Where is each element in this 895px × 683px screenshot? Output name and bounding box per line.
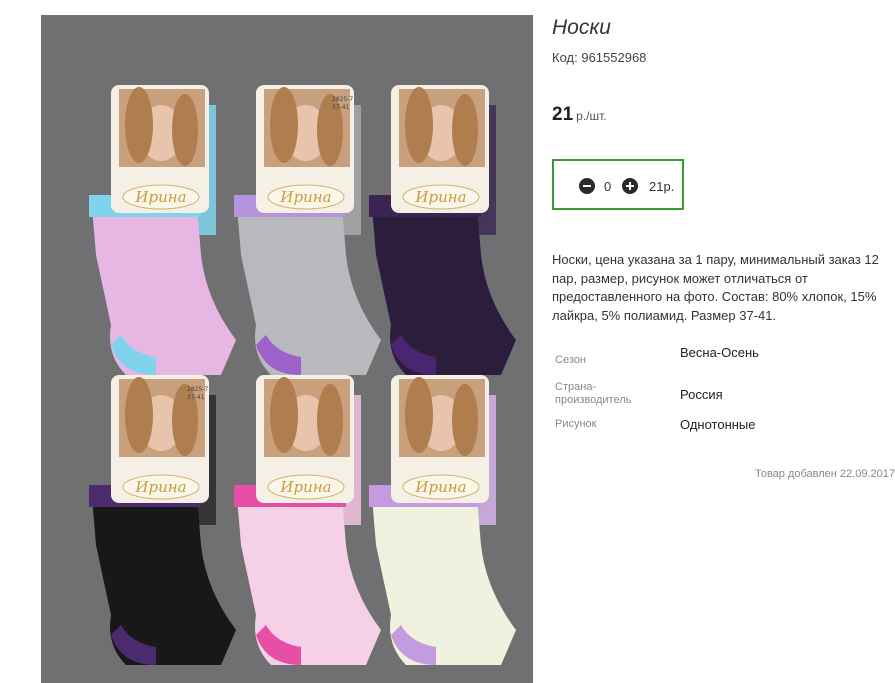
price-unit: р./шт.	[576, 109, 607, 123]
size-tag: 37-41	[332, 104, 350, 111]
brand-text: Ирина	[279, 188, 331, 206]
product-code-label: Код:	[552, 50, 578, 65]
brand-text: Ирина	[279, 478, 331, 496]
brand-text: Ирина	[134, 478, 186, 496]
model-hair-right	[452, 94, 478, 166]
brand-text: Ирина	[134, 188, 186, 206]
spec-label-season: Сезон	[555, 354, 586, 366]
price-value: 21	[552, 104, 574, 125]
product-title: Носки	[552, 16, 611, 39]
product-code: Код: 961552968	[552, 50, 646, 65]
socks-illustration: Ирина Ирина2825-737-41ИринаИрина2825-737-…	[89, 85, 516, 665]
article-tag: 2825-7	[332, 96, 353, 103]
product-code-value: 961552968	[581, 50, 647, 65]
added-date: Товар добавлен 22.09.2017	[754, 468, 895, 480]
product-photo[interactable]: Ирина Ирина 2825-7 37-41 Ирина Ирина 2825-7 37-…	[41, 15, 533, 683]
spec-value-country: Россия	[680, 387, 723, 402]
product-price: 21 р./шт.	[552, 104, 607, 126]
brand-text: Ирина	[414, 188, 466, 206]
article-tag: 2825-7	[187, 386, 208, 393]
model-hair-left	[405, 87, 433, 163]
spec-value-pattern: Однотонные	[680, 417, 756, 432]
spec-value-season: Весна-Осень	[680, 345, 759, 360]
size-tag: 37-41	[187, 394, 205, 401]
minus-icon[interactable]	[579, 178, 595, 194]
brand-text: Ирина	[414, 478, 466, 496]
spec-label-pattern: Рисунок	[555, 418, 597, 430]
quantity-count: 0	[604, 179, 612, 194]
model-hair-left	[270, 377, 298, 453]
plus-icon[interactable]	[622, 178, 638, 194]
model-hair-left	[405, 377, 433, 453]
model-hair-left	[270, 87, 298, 163]
model-hair-left	[125, 87, 153, 163]
model-hair-right	[317, 384, 343, 456]
model-hair-left	[125, 377, 153, 453]
spec-label-country: Страна-производитель	[555, 381, 632, 406]
model-hair-right	[452, 384, 478, 456]
product-description: Носки, цена указана за 1 пару, минимальн…	[552, 252, 879, 323]
quantity-stepper: 0 21р.	[552, 159, 684, 210]
quantity-total: 21р.	[649, 179, 675, 194]
model-hair-right	[172, 94, 198, 166]
